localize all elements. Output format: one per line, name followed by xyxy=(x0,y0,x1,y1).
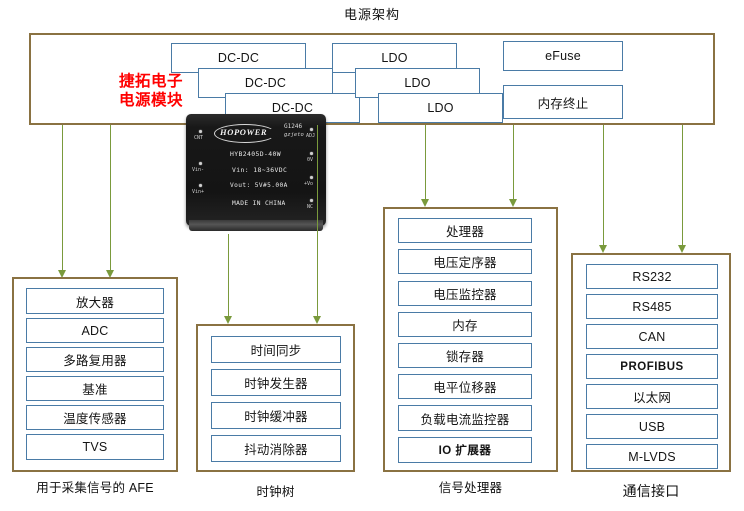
comm-item-profibus[interactable]: PROFIBUS xyxy=(586,354,718,379)
comm-item-ethernet[interactable]: 以太网 xyxy=(586,384,718,409)
comm-item-usb[interactable]: USB xyxy=(586,414,718,439)
comm-item-mlvds[interactable]: M-LVDS xyxy=(586,444,718,469)
module-pin-vo-label: +Vo xyxy=(304,181,314,187)
module-code-text: G1246 xyxy=(284,123,303,130)
afe-item-adc[interactable]: ADC xyxy=(26,318,164,343)
afe-group-label: 用于采集信号的 AFE xyxy=(36,481,154,495)
power-box-memory-termination[interactable]: 内存终止 xyxy=(503,85,623,119)
clock-item-clock-buffer[interactable]: 时钟缓冲器 xyxy=(211,402,341,429)
clock-tree-group-label: 时钟树 xyxy=(256,485,295,499)
power-module-photo: HOPOWER G1246 gzjeto HYB2405D-40W Vin: 1… xyxy=(186,114,326,234)
sig-item-voltage-sequencer[interactable]: 电压定序器 xyxy=(398,249,532,274)
communication-interface-group: RS232 RS485 CAN PROFIBUS 以太网 USB M-LVDS xyxy=(571,253,731,472)
module-vin-text: Vin: 18~36VDC xyxy=(232,166,288,174)
power-box-efuse[interactable]: eFuse xyxy=(503,41,623,71)
clock-tree-group: 时间同步 时钟发生器 时钟缓冲器 抖动消除器 xyxy=(196,324,355,472)
afe-group: 放大器 ADC 多路复用器 基准 温度传感器 TVS xyxy=(12,277,178,472)
afe-item-multiplexer[interactable]: 多路复用器 xyxy=(26,347,164,372)
sig-item-load-current-monitor[interactable]: 负载电流监控器 xyxy=(398,405,532,431)
signal-processor-group-label: 信号处理器 xyxy=(438,481,503,495)
module-base xyxy=(189,220,323,231)
module-pin-0v-label: 0V xyxy=(307,157,314,163)
diagram-canvas: 电源架构 DC-DC DC-DC DC-DC LDO LDO LDO eFuse… xyxy=(0,0,744,511)
module-pin-adj-label: ADJ xyxy=(306,133,316,139)
module-origin-text: MADE IN CHINA xyxy=(232,200,286,207)
module-pin-nc-dot xyxy=(310,199,313,202)
comm-item-rs485[interactable]: RS485 xyxy=(586,294,718,319)
module-pin-vo-dot xyxy=(310,176,313,179)
clock-item-clock-generator[interactable]: 时钟发生器 xyxy=(211,369,341,396)
afe-item-reference[interactable]: 基准 xyxy=(26,376,164,401)
module-pin-vin-pos-label: Vin+ xyxy=(192,189,205,195)
module-pin-vin-neg-label: Vin- xyxy=(192,167,205,173)
module-pin-vin-pos-dot xyxy=(199,184,202,187)
sig-item-latch[interactable]: 锁存器 xyxy=(398,343,532,368)
clock-item-jitter-cleaner[interactable]: 抖动消除器 xyxy=(211,435,341,462)
module-pin-cnt-dot xyxy=(199,130,202,133)
sig-item-processor[interactable]: 处理器 xyxy=(398,218,532,243)
sig-item-memory[interactable]: 内存 xyxy=(398,312,532,337)
communication-interface-group-label: 通信接口 xyxy=(622,483,680,499)
signal-processor-group: 处理器 电压定序器 电压监控器 内存 锁存器 电平位移器 负载电流监控器 IO … xyxy=(383,207,558,472)
module-pin-0v-dot xyxy=(310,152,313,155)
sig-item-io-expander[interactable]: IO 扩展器 xyxy=(398,437,532,463)
afe-item-tvs[interactable]: TVS xyxy=(26,434,164,460)
module-pin-adj-dot xyxy=(310,128,313,131)
module-pin-nc-label: NC xyxy=(307,204,314,210)
module-pin-vin-neg-dot xyxy=(199,162,202,165)
clock-item-time-sync[interactable]: 时间同步 xyxy=(211,336,341,363)
module-vout-text: Vout: 5V#5.00A xyxy=(230,182,288,189)
power-box-ldo-3[interactable]: LDO xyxy=(378,93,503,123)
brand-label: 捷拓电子 电源模块 xyxy=(96,72,206,110)
afe-item-amplifier[interactable]: 放大器 xyxy=(26,288,164,314)
sig-item-voltage-monitor[interactable]: 电压监控器 xyxy=(398,281,532,306)
page-title: 电源架构 xyxy=(343,7,400,22)
module-model-text: HYB2405D-40W xyxy=(230,150,281,158)
module-pin-cnt-label: CNT xyxy=(194,135,204,141)
comm-item-rs232[interactable]: RS232 xyxy=(586,264,718,289)
brand-line-1: 捷拓电子 xyxy=(118,73,183,90)
module-sub-text: gzjeto xyxy=(284,132,304,138)
module-brand-text: HOPOWER xyxy=(220,127,268,137)
afe-item-temp-sensor[interactable]: 温度传感器 xyxy=(26,405,164,430)
comm-item-can[interactable]: CAN xyxy=(586,324,718,349)
sig-item-level-shifter[interactable]: 电平位移器 xyxy=(398,374,532,399)
module-body: HOPOWER G1246 gzjeto HYB2405D-40W Vin: 1… xyxy=(186,114,326,226)
brand-line-2: 电源模块 xyxy=(118,92,183,109)
